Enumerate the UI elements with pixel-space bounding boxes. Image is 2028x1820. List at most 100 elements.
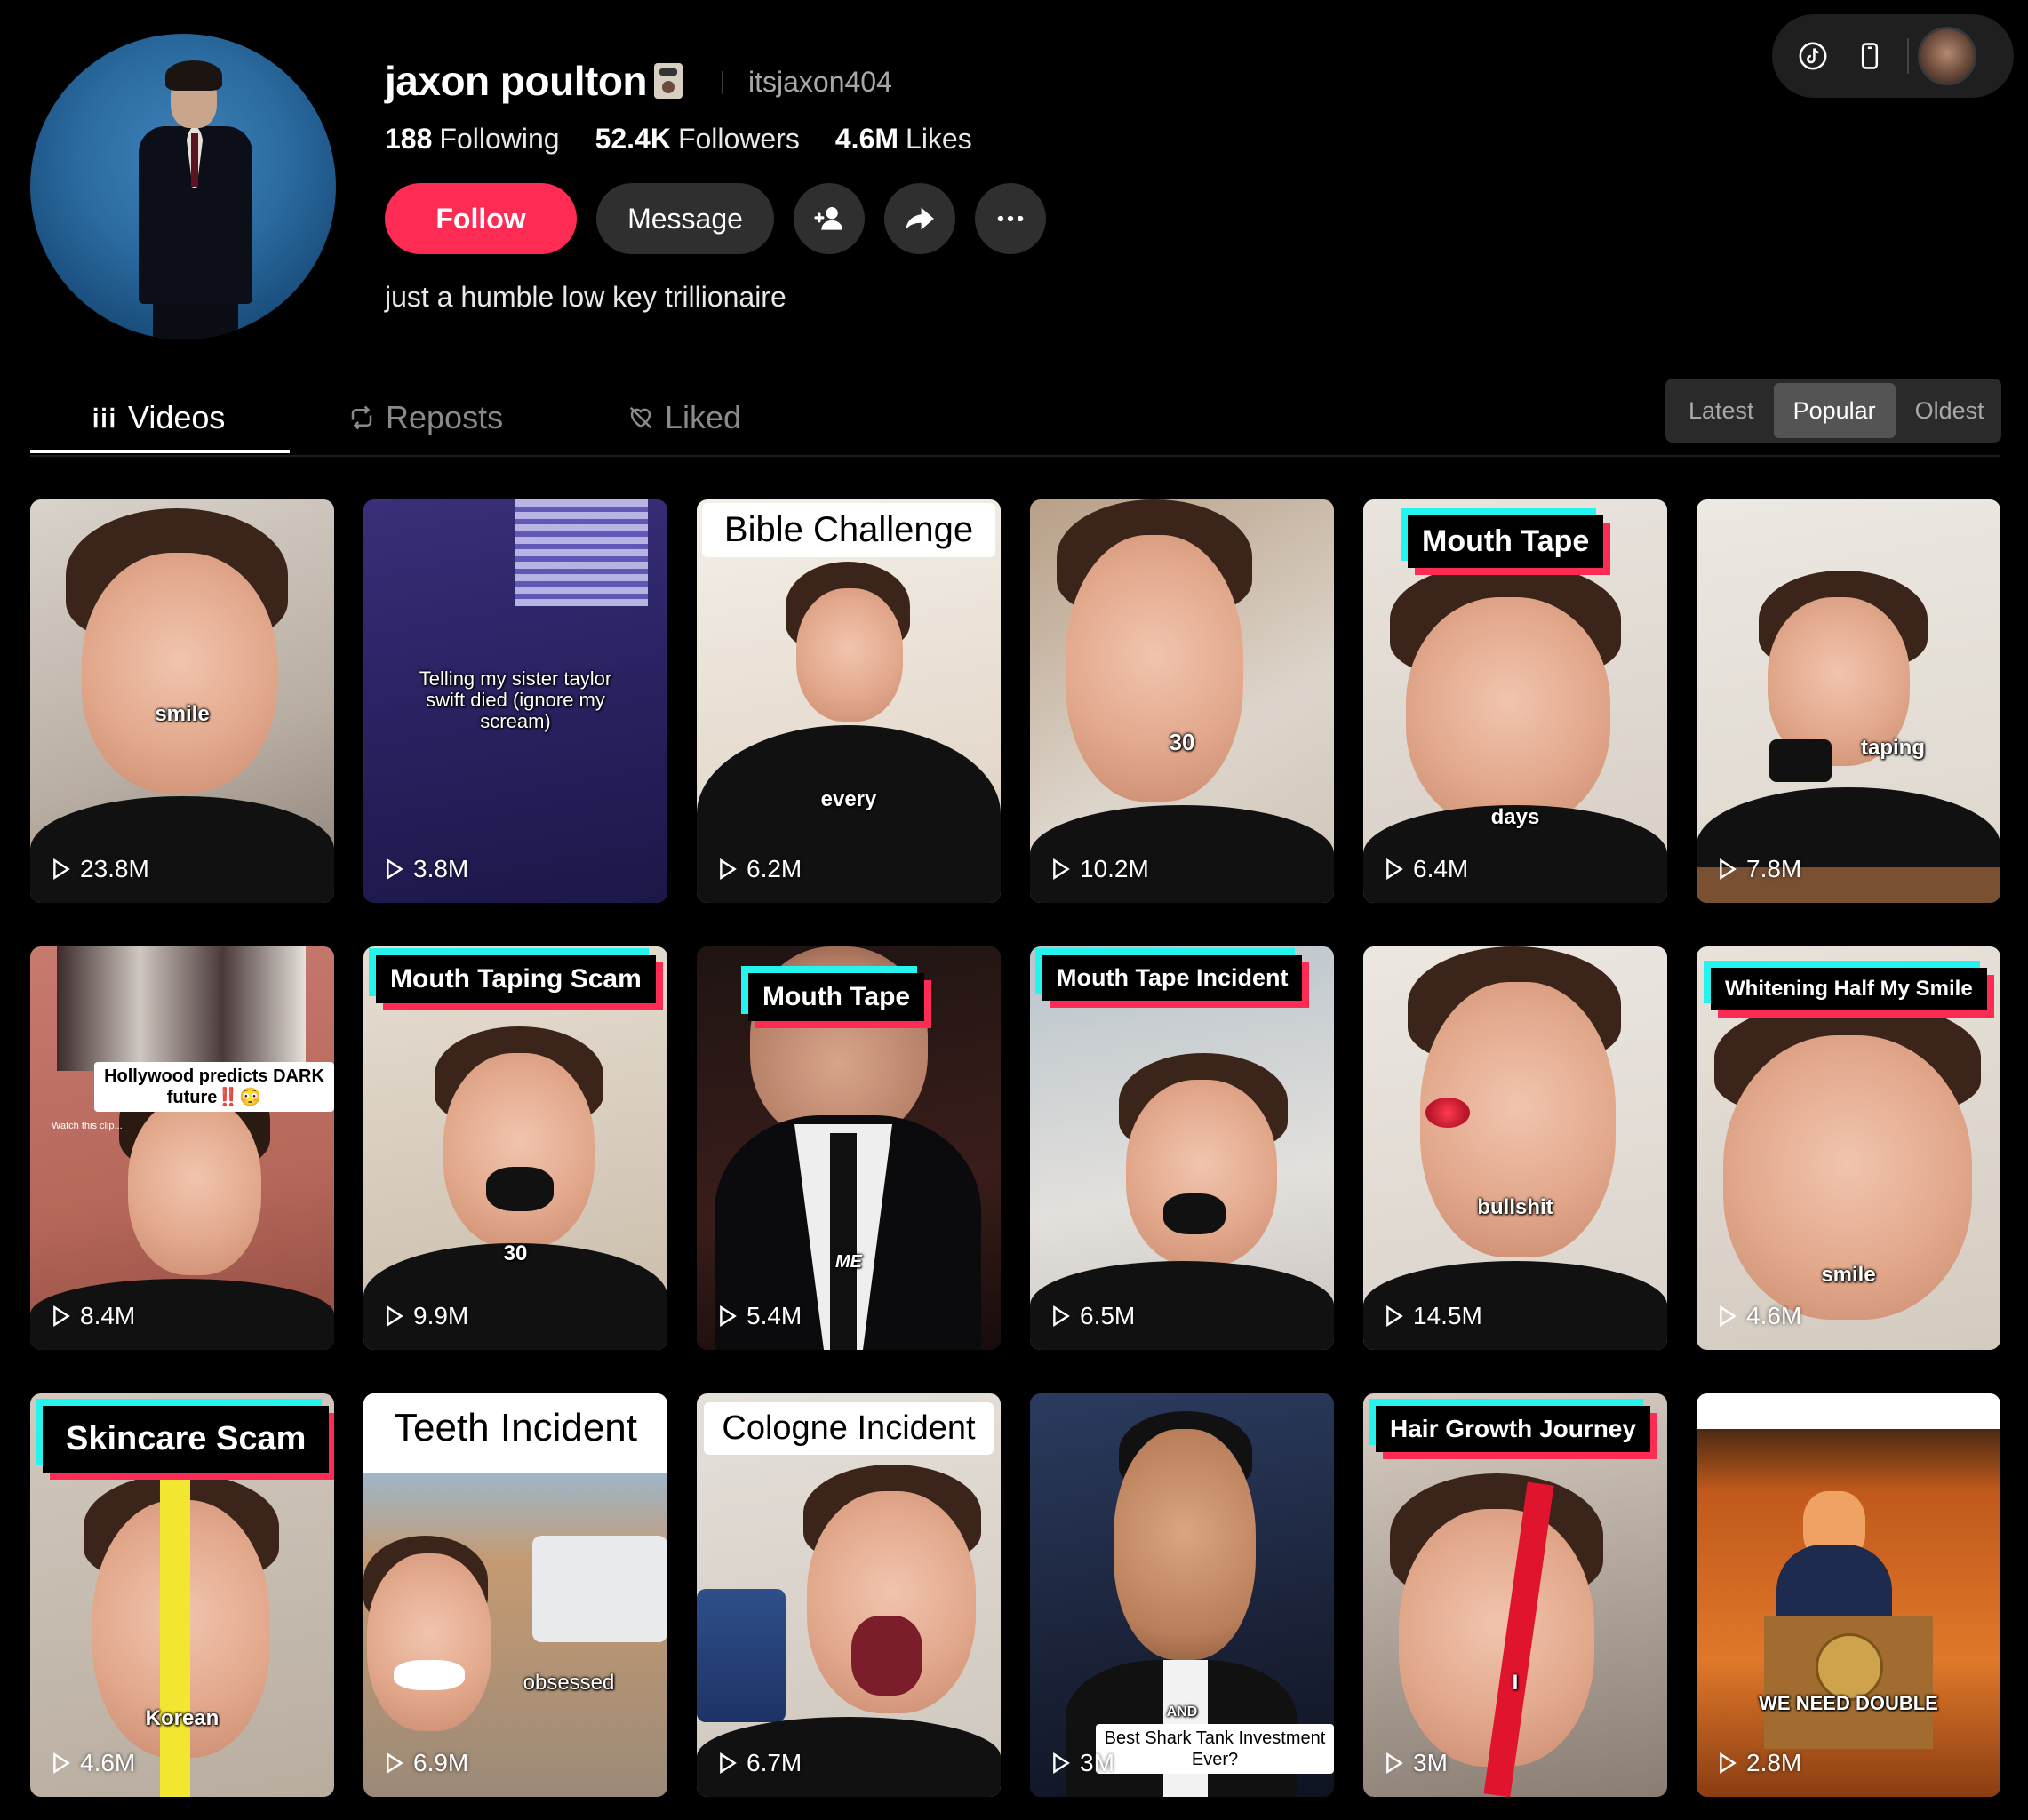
video-card[interactable]: Whitening Half My Smile smile 4.6M <box>1697 946 2000 1350</box>
view-count: 6.5M <box>1051 1302 1135 1330</box>
video-card[interactable]: Mouth Tape ME 5.4M <box>697 946 1001 1350</box>
video-card[interactable]: smile 23.8M <box>30 499 334 903</box>
play-icon <box>53 858 70 880</box>
play-icon <box>1053 858 1070 880</box>
video-title: Mouth Taping Scam <box>376 955 656 1003</box>
video-card[interactable]: taping 7.8M <box>1697 499 2000 903</box>
divider <box>722 71 723 94</box>
view-count: 6.7M <box>718 1749 802 1777</box>
sort-toggle: Latest Popular Oldest <box>1665 379 2001 443</box>
video-grid: smile 23.8M Telling my sister taylor swi… <box>30 499 2001 1797</box>
tiktok-logo-icon <box>1799 42 1827 70</box>
video-card[interactable]: Mouth Tape days 6.4M <box>1363 499 1667 903</box>
stat-followers[interactable]: 52.4K Followers <box>595 123 800 156</box>
video-caption: bullshit <box>1477 1195 1553 1219</box>
profile-actions: Follow Message <box>385 183 1046 254</box>
play-icon <box>1053 1305 1070 1327</box>
view-count: 6.4M <box>1385 855 1468 883</box>
play-icon <box>1386 858 1403 880</box>
sort-oldest[interactable]: Oldest <box>1896 383 2004 438</box>
video-caption: 30 <box>1169 729 1195 755</box>
video-title: Mouth Tape <box>748 973 925 1021</box>
video-caption: Telling my sister taylor swift died (ign… <box>419 667 612 733</box>
video-caption: days <box>1490 805 1540 829</box>
message-button[interactable]: Message <box>596 183 774 254</box>
active-tab-indicator <box>30 450 290 453</box>
video-card[interactable]: Cologne Incident 6.7M <box>697 1393 1001 1797</box>
view-count: 2.8M <box>1718 1749 1801 1777</box>
user-avatar[interactable] <box>1918 27 1976 85</box>
tiktok-studio-button[interactable] <box>1784 28 1841 84</box>
view-count: 8.4M <box>52 1302 135 1330</box>
video-title: Teeth Incident <box>363 1393 667 1463</box>
play-icon <box>720 1305 737 1327</box>
video-caption: I <box>1512 1671 1519 1695</box>
video-caption: taping <box>1861 736 1925 760</box>
video-card[interactable]: Bible Challenge every 6.2M <box>697 499 1001 903</box>
tab-label: Reposts <box>386 399 504 435</box>
profile-bio: just a humble low key trillionaire <box>385 281 786 313</box>
tab-reposts[interactable]: Reposts <box>348 382 503 453</box>
sort-latest[interactable]: Latest <box>1669 383 1774 438</box>
play-icon <box>1053 1752 1070 1774</box>
more-options-button[interactable] <box>975 183 1046 254</box>
add-friend-icon <box>814 207 843 230</box>
divider <box>1907 38 1909 74</box>
view-count: 9.9M <box>385 1302 468 1330</box>
suggested-accounts-button[interactable] <box>794 183 865 254</box>
video-title: Mouth Tape <box>1408 515 1604 568</box>
video-subcaption: Best Shark Tank Investment Ever? <box>1096 1724 1334 1774</box>
video-caption: Hollywood predicts DARK future‼️😳 <box>94 1062 334 1112</box>
username-text: jaxon poulton <box>385 58 648 104</box>
get-app-button[interactable] <box>1841 28 1898 84</box>
view-count: 5.4M <box>718 1302 802 1330</box>
view-count: 10.2M <box>1051 855 1149 883</box>
video-card[interactable]: bullshit 14.5M <box>1363 946 1667 1350</box>
video-caption: Korean <box>145 1706 220 1730</box>
video-card[interactable]: Hollywood predicts DARK future‼️😳 Watch … <box>30 946 334 1350</box>
video-title: Whitening Half My Smile <box>1711 968 1987 1010</box>
video-subcaption: Watch this clip... <box>52 1121 123 1131</box>
view-count: 6.2M <box>718 855 802 883</box>
video-card[interactable]: Telling my sister taylor swift died (ign… <box>363 499 667 903</box>
profile-avatar[interactable] <box>30 34 336 339</box>
view-count: 3.8M <box>385 855 468 883</box>
grid-icon <box>93 407 115 428</box>
tab-liked[interactable]: Liked <box>627 382 741 453</box>
play-icon <box>387 1752 403 1774</box>
video-card[interactable]: Mouth Taping Scam 30 9.9M <box>363 946 667 1350</box>
video-card[interactable]: 30 10.2M <box>1030 499 1334 903</box>
phone-icon <box>1861 43 1879 69</box>
video-card[interactable]: Mouth Tape Incident 6.5M <box>1030 946 1334 1350</box>
view-count: 4.6M <box>1718 1302 1801 1330</box>
video-card[interactable]: Teeth Incident obsessed 6.9M <box>363 1393 667 1797</box>
view-count: 7.8M <box>1718 855 1801 883</box>
video-title: Cologne Incident <box>704 1402 994 1455</box>
stat-following[interactable]: 188 Following <box>385 123 560 156</box>
video-card[interactable]: Skincare Scam Korean 4.6M <box>30 1393 334 1797</box>
profile-username: jaxon poulton <box>385 57 683 105</box>
emoji-icon <box>654 63 683 99</box>
video-caption: smile <box>155 702 210 726</box>
view-count: 4.6M <box>52 1749 135 1777</box>
video-caption: every <box>820 787 877 811</box>
video-card[interactable]: AND Best Shark Tank Investment Ever? 3M <box>1030 1393 1334 1797</box>
follow-button[interactable]: Follow <box>385 183 577 254</box>
share-button[interactable] <box>884 183 955 254</box>
play-icon <box>1386 1752 1403 1774</box>
video-card[interactable]: WE NEED DOUBLE 2.8M <box>1697 1393 2000 1797</box>
play-icon <box>1720 858 1737 880</box>
tab-videos[interactable]: Videos <box>91 382 225 453</box>
play-icon <box>53 1752 70 1774</box>
play-icon <box>387 1305 403 1327</box>
play-icon <box>720 1752 737 1774</box>
video-title: Hair Growth Journey <box>1376 1406 1650 1452</box>
view-count: 3M <box>1051 1749 1114 1777</box>
view-count: 3M <box>1385 1749 1448 1777</box>
play-icon <box>1720 1305 1737 1327</box>
sort-popular[interactable]: Popular <box>1773 383 1896 438</box>
play-icon <box>1720 1752 1737 1774</box>
video-caption: obsessed <box>523 1671 615 1695</box>
video-card[interactable]: Hair Growth Journey I 3M <box>1363 1393 1667 1797</box>
play-icon <box>720 858 737 880</box>
